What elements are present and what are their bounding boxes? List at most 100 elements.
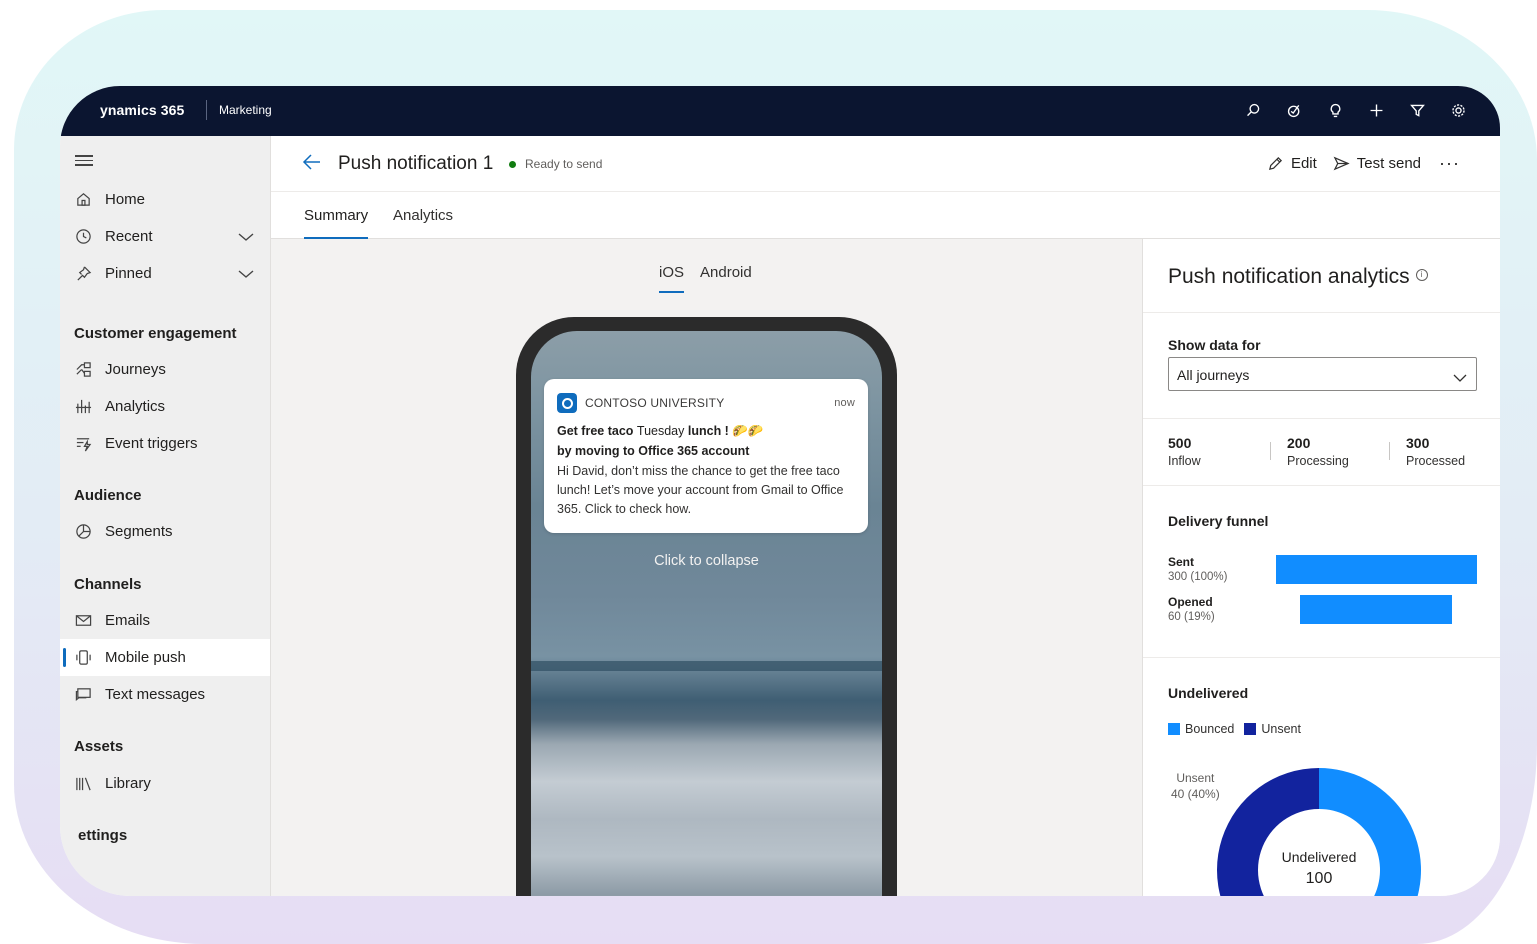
notification-time: now bbox=[834, 397, 855, 409]
sidebar-item-label: Pinned bbox=[105, 265, 152, 282]
sidebar-item-label: Analytics bbox=[105, 398, 166, 415]
event-triggers-icon bbox=[74, 435, 92, 453]
push-notification-card[interactable]: CONTOSO UNIVERSITY now Get free taco Tue… bbox=[544, 379, 868, 533]
hamburger-menu-icon[interactable] bbox=[75, 155, 93, 167]
undelivered-title: Undelivered bbox=[1168, 685, 1249, 701]
sea-horizon bbox=[531, 661, 882, 671]
gear-icon[interactable] bbox=[1447, 99, 1470, 122]
notification-title: Get free taco Tuesday lunch ! 🌮🌮 bbox=[557, 424, 855, 439]
phone-screen: CONTOSO UNIVERSITY now Get free taco Tue… bbox=[531, 331, 882, 896]
test-send-label: Test send bbox=[1356, 155, 1422, 172]
stat-value: 500 bbox=[1168, 435, 1192, 451]
donut-center-title: Undelivered bbox=[1281, 849, 1357, 865]
sidebar-item-label: Event triggers bbox=[105, 435, 198, 452]
library-icon bbox=[74, 775, 92, 793]
tab-android[interactable]: Android bbox=[700, 264, 752, 281]
funnel-name: Sent bbox=[1168, 555, 1195, 569]
app-window: ynamics 365 Marketing Home Recent Pinned bbox=[60, 86, 1500, 896]
funnel-bar-sent[interactable] bbox=[1275, 555, 1477, 584]
funnel-bar-opened[interactable] bbox=[1299, 595, 1453, 624]
topbar-icons bbox=[1242, 99, 1470, 122]
page-title: Push notification 1 bbox=[338, 153, 494, 174]
sidebar-item-label: Home bbox=[105, 191, 146, 208]
funnel-row-sent: Sent 300 (100%) bbox=[1168, 555, 1227, 583]
nav-group-title: Audience bbox=[74, 487, 142, 504]
tab-bar: Summary Analytics bbox=[271, 192, 1500, 239]
stat-processed: 300 Processed bbox=[1406, 435, 1465, 468]
sidebar-item-label: Journeys bbox=[105, 361, 166, 378]
notification-title-part: lunch ! 🌮🌮 bbox=[687, 424, 764, 438]
analytics-panel: Push notification analytics i Show data f… bbox=[1142, 239, 1500, 896]
panel-title: Push notification analytics i bbox=[1168, 265, 1428, 289]
dropdown-value: All journeys bbox=[1177, 367, 1250, 383]
app-title[interactable]: ynamics 365 bbox=[100, 102, 184, 118]
preview-area: iOS Android CONTOSO UNIVERSITY now Get f… bbox=[271, 239, 1141, 896]
analytics-icon bbox=[74, 398, 92, 416]
sidebar-item-label: Segments bbox=[105, 523, 173, 540]
title-separator bbox=[206, 100, 207, 120]
edit-label: Edit bbox=[1290, 155, 1317, 172]
info-icon[interactable]: i bbox=[1415, 269, 1428, 281]
chevron-down-icon bbox=[1453, 370, 1467, 386]
donut-callout: Unsent 40 (40%) bbox=[1171, 770, 1220, 802]
stat-label: Processing bbox=[1287, 454, 1349, 468]
task-icon[interactable] bbox=[1283, 99, 1306, 122]
more-options-icon[interactable]: ··· bbox=[1439, 153, 1460, 174]
journey-dropdown[interactable]: All journeys bbox=[1168, 357, 1477, 391]
donut-callout-name: Unsent bbox=[1176, 771, 1215, 785]
stat-label: Processed bbox=[1406, 454, 1466, 468]
sidebar-item-text-messages[interactable]: Text messages bbox=[60, 676, 270, 713]
nav-group-title: Assets bbox=[74, 738, 124, 755]
stat-inflow: 500 Inflow bbox=[1168, 435, 1201, 468]
status-badge: Ready to send bbox=[509, 157, 602, 171]
lightbulb-icon[interactable] bbox=[1324, 99, 1347, 122]
notification-subtitle: by moving to Office 365 account bbox=[557, 444, 750, 458]
pencil-icon bbox=[1268, 156, 1282, 171]
plus-icon[interactable] bbox=[1365, 99, 1388, 122]
nav-group-settings[interactable]: ettings bbox=[78, 827, 127, 844]
legend-label: Bounced bbox=[1185, 722, 1235, 736]
panel-header-section: Push notification analytics i bbox=[1143, 239, 1500, 313]
stat-divider bbox=[1389, 442, 1390, 460]
funnel-value: 300 (100%) bbox=[1168, 571, 1228, 583]
back-arrow-icon[interactable] bbox=[302, 153, 322, 176]
stat-processing: 200 Processing bbox=[1287, 435, 1349, 468]
stat-value: 200 bbox=[1287, 435, 1311, 451]
message-icon bbox=[74, 686, 92, 704]
sidebar-item-mobile-push[interactable]: Mobile push bbox=[60, 639, 270, 676]
sidebar-item-analytics[interactable]: Analytics bbox=[60, 388, 270, 425]
sidebar-item-journeys[interactable]: Journeys bbox=[60, 351, 270, 388]
journeys-icon bbox=[74, 361, 92, 379]
collapse-link[interactable]: Click to collapse bbox=[531, 553, 882, 569]
test-send-button[interactable]: Test send bbox=[1333, 155, 1421, 172]
status-dot-icon bbox=[509, 160, 516, 168]
module-name[interactable]: Marketing bbox=[219, 103, 272, 117]
sidebar-item-emails[interactable]: Emails bbox=[60, 602, 270, 639]
chevron-down-icon[interactable] bbox=[238, 230, 254, 247]
notification-app-name: CONTOSO UNIVERSITY bbox=[585, 396, 725, 410]
tab-summary[interactable]: Summary bbox=[304, 207, 369, 239]
sidebar-item-library[interactable]: Library bbox=[60, 765, 270, 802]
edit-button[interactable]: Edit bbox=[1267, 155, 1317, 172]
sidebar-item-segments[interactable]: Segments bbox=[60, 513, 270, 550]
chevron-down-icon[interactable] bbox=[238, 267, 254, 284]
sidebar-item-recent[interactable]: Recent bbox=[60, 218, 270, 255]
legend-label: Unsent bbox=[1261, 722, 1301, 736]
tab-analytics[interactable]: Analytics bbox=[393, 207, 453, 224]
sidebar-item-label: Mobile push bbox=[105, 649, 186, 666]
stat-label: Inflow bbox=[1168, 454, 1201, 468]
notification-body: Hi David, don’t miss the chance to get t… bbox=[557, 464, 844, 516]
show-data-label: Show data for bbox=[1168, 337, 1261, 353]
sidebar-item-event-triggers[interactable]: Event triggers bbox=[60, 425, 270, 462]
legend-swatch-bounced bbox=[1168, 723, 1180, 735]
sidebar-item-pinned[interactable]: Pinned bbox=[60, 255, 270, 292]
search-icon[interactable] bbox=[1242, 99, 1265, 122]
tab-ios[interactable]: iOS bbox=[659, 264, 685, 293]
mail-icon bbox=[74, 612, 92, 630]
notification-header: CONTOSO UNIVERSITY now bbox=[557, 393, 855, 413]
clock-icon bbox=[74, 228, 92, 246]
phone-mockup: CONTOSO UNIVERSITY now Get free taco Tue… bbox=[516, 317, 897, 896]
pin-icon bbox=[74, 265, 92, 283]
sidebar-item-home[interactable]: Home bbox=[60, 181, 270, 218]
filter-icon[interactable] bbox=[1406, 99, 1429, 122]
